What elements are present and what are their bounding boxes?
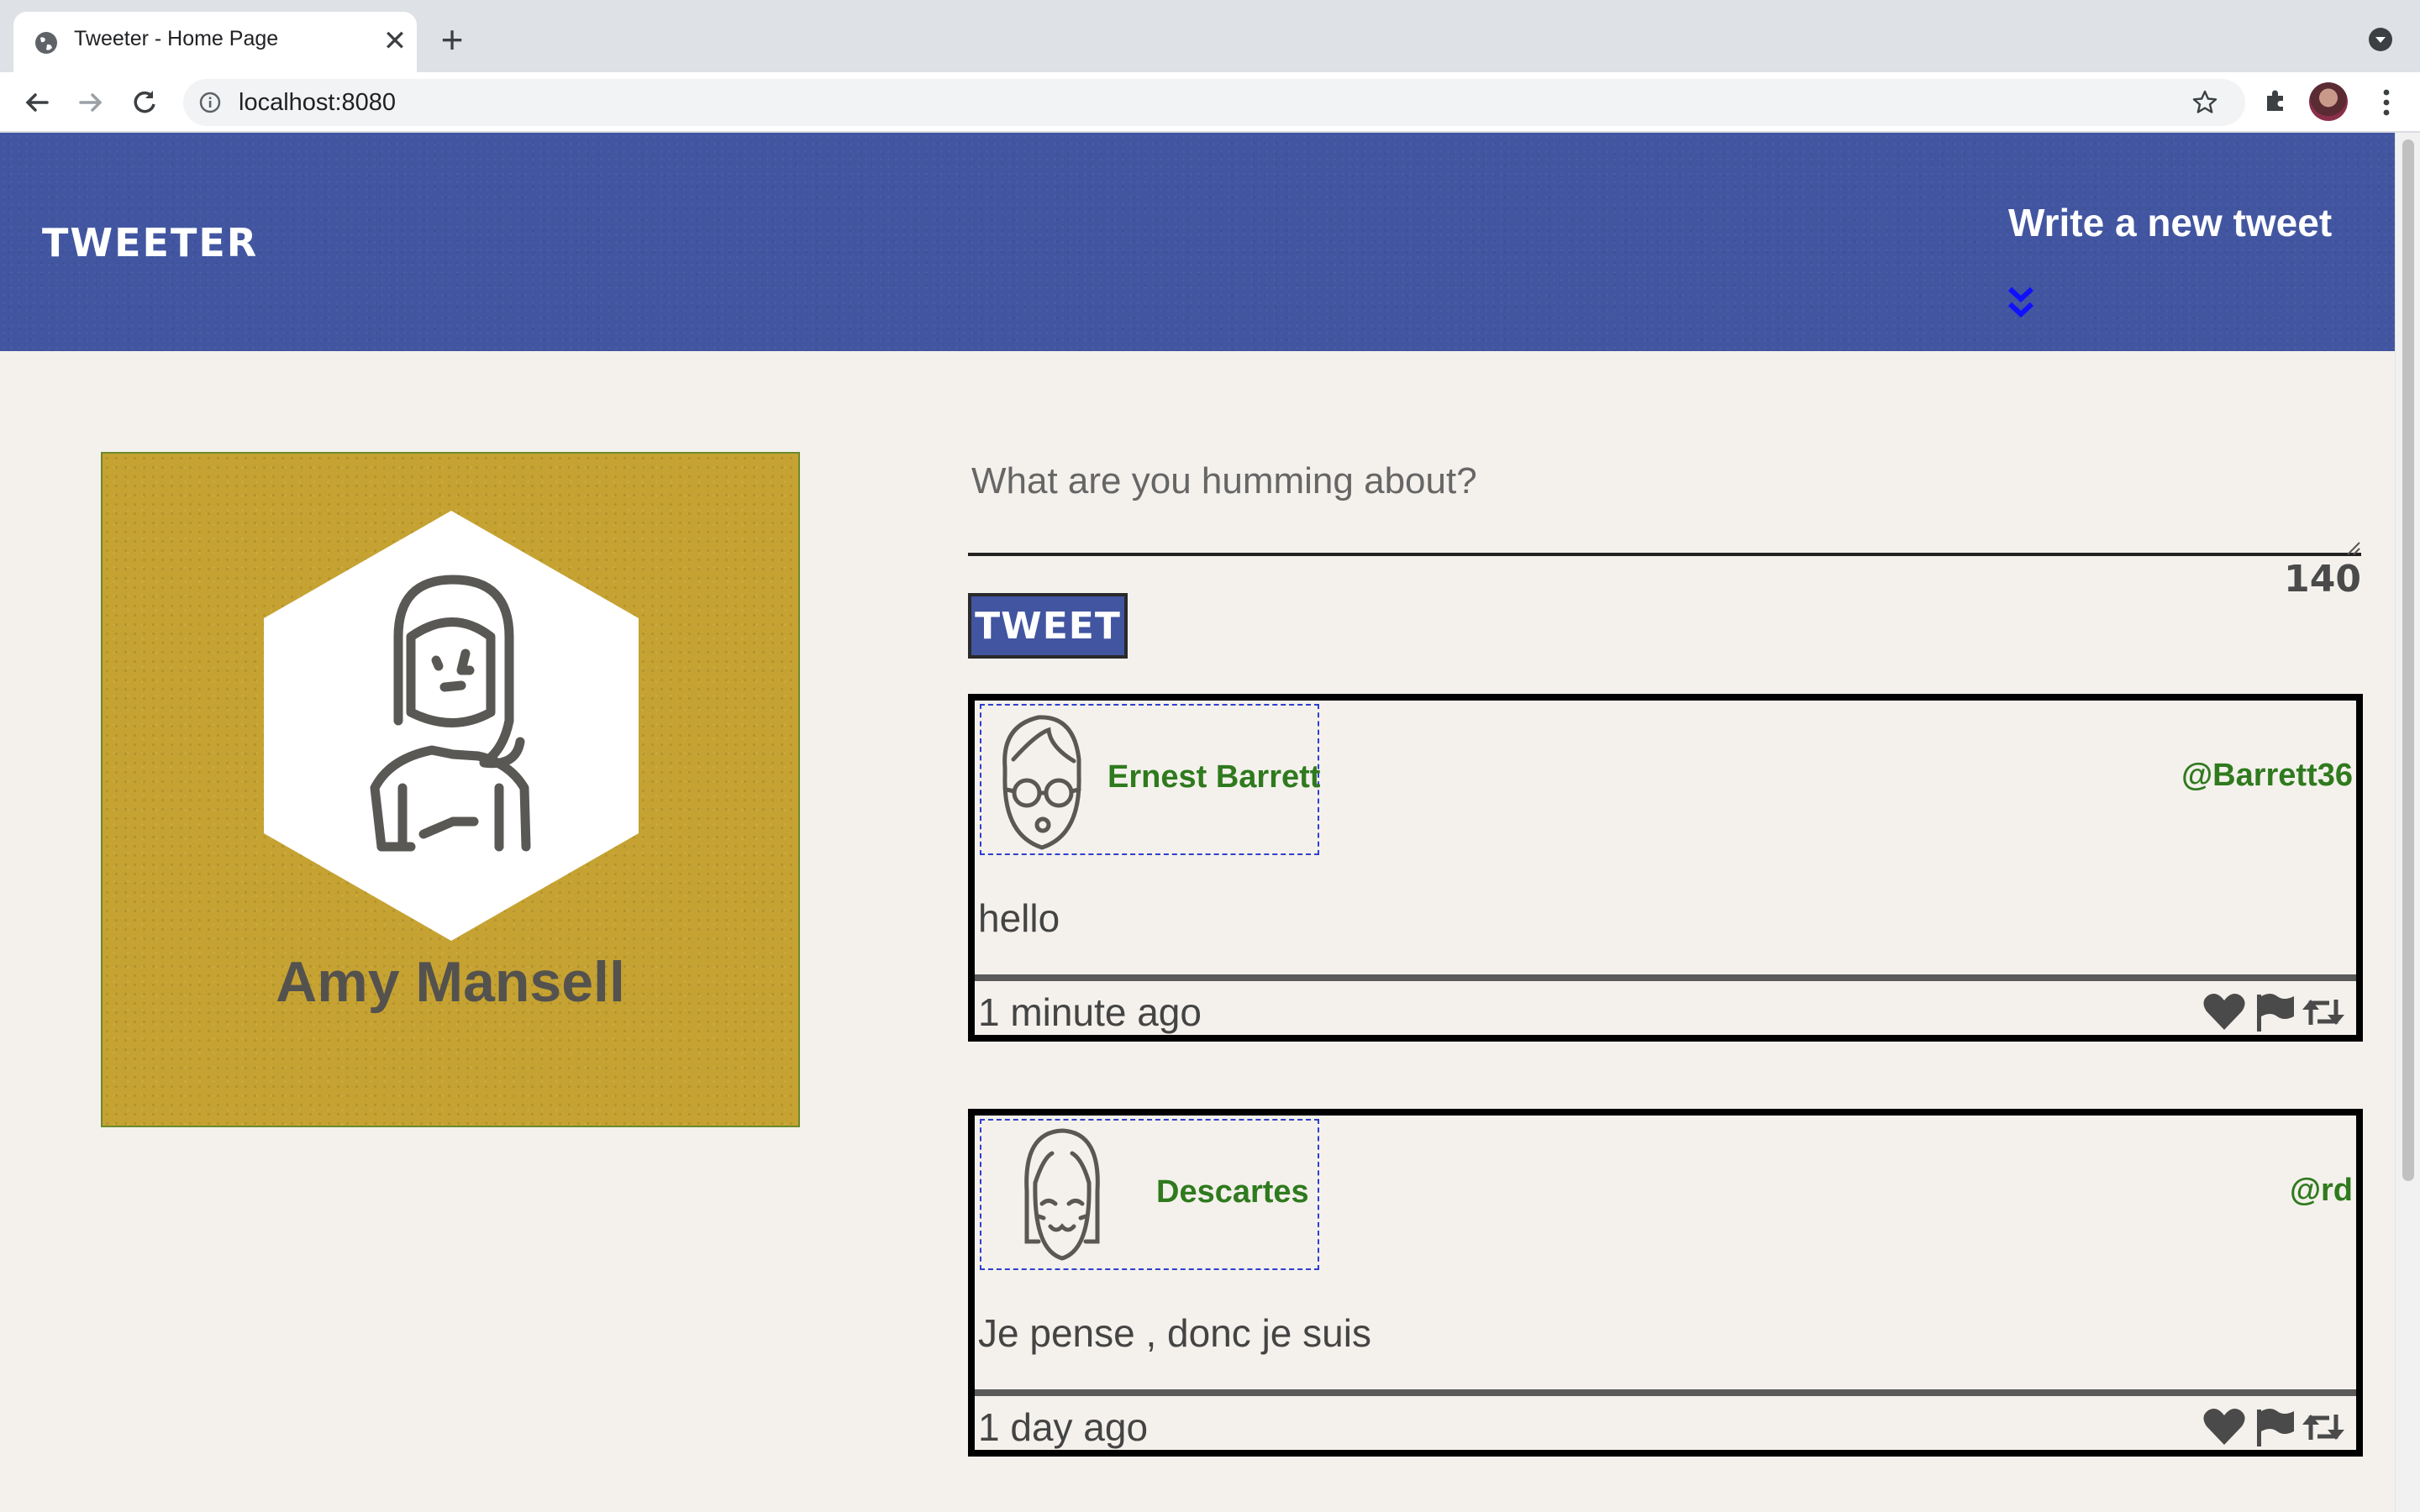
- author-name[interactable]: Descartes: [1156, 1174, 1309, 1210]
- double-chevron-down-icon[interactable]: [2007, 286, 2035, 321]
- tweet-actions: [2202, 1406, 2353, 1448]
- tweet-timestamp: 1 minute ago: [978, 990, 1202, 1034]
- reload-icon[interactable]: [126, 84, 163, 121]
- author-name[interactable]: Ernest Barrett: [1107, 759, 1320, 795]
- forward-arrow-icon[interactable]: [72, 84, 109, 121]
- tweet-author: Ernest Barrett: [980, 704, 1320, 855]
- smiling-avatar-icon: [1024, 1128, 1100, 1261]
- new-tab-button[interactable]: +: [434, 20, 471, 59]
- scrollbar-thumb[interactable]: [2402, 139, 2414, 1181]
- address-bar[interactable]: localhost:8080: [183, 79, 2245, 126]
- tweet-divider: [975, 1389, 2356, 1396]
- more-menu-icon[interactable]: [2370, 84, 2403, 121]
- info-icon[interactable]: [198, 91, 222, 114]
- flag-icon[interactable]: [2252, 991, 2297, 1033]
- site-logo[interactable]: TWEETER: [42, 220, 258, 265]
- retweet-icon[interactable]: [2301, 1406, 2346, 1448]
- male-glasses-avatar-icon: [1002, 715, 1081, 850]
- tweet-author: Descartes: [980, 1119, 1319, 1270]
- tab-search-icon[interactable]: [2368, 27, 2393, 52]
- tweet-actions: [2202, 991, 2353, 1033]
- browser-toolbar: localhost:8080: [0, 72, 2420, 133]
- tweet-compose-input[interactable]: [968, 452, 2361, 556]
- tweet-divider: [975, 974, 2356, 981]
- author-handle[interactable]: @rd: [2290, 1173, 2353, 1209]
- tweet-text: hello: [978, 896, 1060, 940]
- tweet-timestamp: 1 day ago: [978, 1405, 1149, 1449]
- resize-grip-icon[interactable]: [2346, 541, 2361, 556]
- tweet-text: Je pense , donc je suis: [978, 1311, 1371, 1355]
- browser-tab[interactable]: Tweeter - Home Page ✕: [13, 12, 417, 72]
- tweet-card: Ernest Barrett @Barrett36 hello 1 minute…: [968, 694, 2363, 1042]
- heart-icon[interactable]: [2202, 1406, 2247, 1448]
- write-new-tweet-link[interactable]: Write a new tweet: [2008, 200, 2332, 245]
- back-arrow-icon[interactable]: [18, 84, 55, 121]
- tab-title: Tweeter - Home Page: [74, 27, 279, 50]
- site-header: TWEETER Write a new tweet: [0, 133, 2395, 351]
- browser-tab-bar: Tweeter - Home Page ✕ +: [0, 0, 2420, 72]
- retweet-icon[interactable]: [2301, 991, 2346, 1033]
- author-handle[interactable]: @Barrett36: [2181, 758, 2353, 794]
- extensions-puzzle-icon[interactable]: [2259, 84, 2292, 118]
- tweet-submit-button[interactable]: TWEET: [968, 593, 1128, 659]
- profile-avatar[interactable]: [2309, 82, 2348, 121]
- url-text[interactable]: localhost:8080: [239, 89, 396, 117]
- globe-icon: [35, 32, 57, 54]
- profile-card: Amy Mansell: [101, 452, 800, 1127]
- page-scrollbar[interactable]: [2395, 133, 2420, 1512]
- female-avatar-icon: [264, 511, 639, 941]
- tweet-card: Descartes @rd Je pense , donc je suis 1 …: [968, 1109, 2363, 1457]
- heart-icon[interactable]: [2202, 991, 2247, 1033]
- profile-name: Amy Mansell: [276, 950, 625, 1014]
- character-counter: 140: [2284, 558, 2361, 601]
- bookmark-star-icon[interactable]: [2191, 89, 2218, 116]
- close-tab-icon[interactable]: ✕: [380, 27, 410, 57]
- flag-icon[interactable]: [2252, 1406, 2297, 1448]
